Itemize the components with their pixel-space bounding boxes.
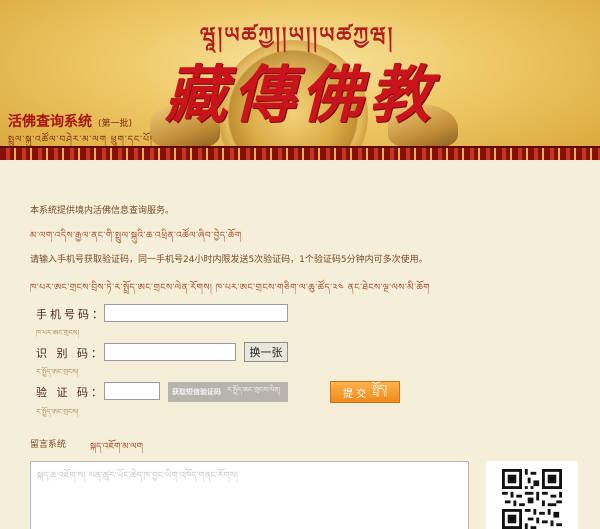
verify-label: 验 证 码： — [36, 386, 105, 399]
header-banner: ཝཱ།ཡཚཀྱ།།ཡ།།ཡཚཀྱཝ། 藏傳佛教 活佛查询系统 (第一批) སྤྲུ… — [0, 0, 600, 160]
get-sms-code-button[interactable]: 获取短信验证码 ར་སྤྲོད་ཨང་གྲངས་ལེན། — [168, 382, 288, 402]
banner-main-title: 藏傳佛教 — [165, 58, 438, 131]
message-system-title: 留言系统 — [30, 440, 67, 450]
verify-code-input[interactable] — [104, 382, 160, 400]
phone-label: 手机号码： — [36, 308, 106, 321]
instructions-text-tibetan: ཁ་པར་ཨང་གྲངས་བྲིས་ཏེ་ར་སྤྲོད་ཨང་གྲངས་ལེན… — [30, 283, 431, 293]
message-textarea[interactable]: སྐད་ཆ་འཇོག་ས། ལན་ཚུར་ཡོང་ཆེད་ཁ་བྱང་ཡིག་འ… — [30, 461, 469, 529]
qr-code-icon — [486, 461, 578, 529]
phone-input[interactable] — [104, 304, 288, 322]
message-system-title-tibetan: སྐད་འཇོག་མ་ལག — [90, 442, 143, 452]
submit-label: 提 交 — [343, 388, 367, 400]
code-input[interactable] — [104, 343, 236, 361]
intro-text: 本系统提供境内活佛信息查询服务。 — [30, 206, 175, 216]
get-sms-code-label-tibetan: ར་སྤྲོད་ཨང་གྲངས་ལེན། — [227, 385, 281, 394]
system-name: 活佛查询系统 (第一批) — [8, 111, 132, 131]
get-sms-code-label: 获取短信验证码 — [172, 388, 221, 396]
code-label: 识 别 码： — [36, 347, 105, 360]
main-content: 本系统提供境内活佛信息查询服务。 མ་ལག་འདིས་རྒྱལ་ནང་གི་སྤ… — [0, 170, 600, 529]
message-placeholder: སྐད་ཆ་འཇོག་ས། ལན་ཚུར་ཡོང་ཆེད་ཁ་བྱང་ཡིག་འ… — [37, 471, 238, 481]
system-batch: (第一批) — [98, 119, 133, 129]
phone-label-tibetan: ཁ་པར་ཨང་གྲངས། — [36, 329, 80, 337]
system-name-text: 活佛查询系统 — [8, 114, 92, 130]
intro-text-tibetan: མ་ལག་འདིས་རྒྱལ་ནང་གི་སྤྲུལ་སྐུའི་ཆ་འཕྲིན… — [30, 231, 242, 241]
submit-label-tibetan: སྤྲོད། — [372, 384, 387, 395]
code-label-tibetan: ར་སྤྲོད་ཨང་གྲངས། — [36, 368, 79, 376]
qr-code-graphic — [502, 469, 562, 529]
submit-button[interactable]: 提 交 སྤྲོད། — [330, 381, 400, 403]
banner-border — [0, 146, 600, 160]
instructions-text: 请输入手机号获取验证码，同一手机号24小时内限发送5次验证码，1个验证码5分钟内… — [30, 255, 428, 265]
verify-label-tibetan: ར་སྤྲོད་ཨང་གྲངས། — [36, 408, 79, 416]
refresh-captcha-button[interactable]: 换一张 — [244, 342, 288, 362]
